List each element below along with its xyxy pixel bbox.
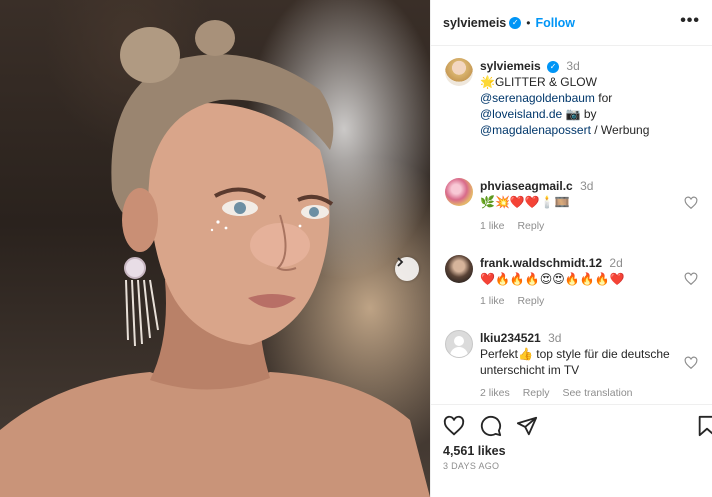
separator-dot: • — [526, 15, 531, 30]
comment-username[interactable]: phviaseagmail.c — [480, 179, 573, 193]
more-options-icon[interactable]: ••• — [680, 12, 700, 30]
commenter-avatar[interactable] — [445, 178, 473, 206]
comment-text: Perfekt👍 top style für die deutsche unte… — [480, 347, 670, 377]
comment-time[interactable]: 3d — [548, 331, 561, 345]
comment-heart-icon[interactable] — [684, 272, 698, 286]
comment-text: ❤️🔥🔥🔥😍😍🔥🔥🔥❤️ — [480, 272, 625, 286]
verified-badge-icon: ✓ — [547, 60, 560, 73]
caption-username[interactable]: sylviemeis — [480, 59, 541, 73]
caption-text: for — [594, 91, 613, 105]
post-caption: sylviemeis ✓ 3d 🌟GLITTER & GLOW @serenag… — [480, 58, 690, 138]
comment: phviaseagmail.c 3d 🌿💥❤️❤️🕯️🎞️ — [480, 178, 690, 210]
comment-likes[interactable]: 1 like — [480, 295, 505, 307]
portrait-illustration — [0, 20, 430, 497]
mention-link[interactable]: @magdalenapossert — [480, 123, 591, 137]
verified-badge-icon: ✓ — [509, 16, 522, 29]
author-avatar[interactable] — [445, 58, 473, 86]
reply-button[interactable]: Reply — [517, 220, 544, 232]
post-side-panel: sylviemeis ✓ • Follow ••• sylviemeis ✓ 3… — [430, 0, 712, 497]
follow-button[interactable]: Follow — [535, 16, 575, 30]
bookmark-icon[interactable] — [696, 415, 712, 437]
comment-meta: 2 likes Reply See translation — [480, 387, 643, 399]
commenter-avatar[interactable] — [445, 255, 473, 283]
caption-title: 🌟GLITTER & GLOW — [480, 75, 597, 89]
see-translation-button[interactable]: See translation — [562, 387, 632, 399]
chevron-right-icon — [397, 257, 404, 267]
post-actions — [431, 404, 712, 444]
comment-time[interactable]: 2d — [609, 256, 622, 270]
reply-button[interactable]: Reply — [523, 387, 550, 399]
post-author-username[interactable]: sylviemeis — [443, 16, 506, 30]
like-count[interactable]: 4,561 likes — [443, 444, 506, 458]
caption-time[interactable]: 3d — [566, 59, 579, 73]
comment-username[interactable]: frank.waldschmidt.12 — [480, 256, 602, 270]
comment-likes[interactable]: 2 likes — [480, 387, 510, 399]
caption-text: 📷 by — [562, 107, 597, 121]
comment: lkiu234521 3d Perfekt👍 top style für die… — [480, 330, 690, 378]
post-header: sylviemeis ✓ • Follow ••• — [431, 0, 712, 46]
carousel-next-button[interactable] — [395, 257, 419, 281]
mention-link[interactable]: @loveisland.de — [480, 107, 562, 121]
comment-icon[interactable] — [480, 415, 502, 437]
share-icon[interactable] — [516, 415, 538, 437]
comment-heart-icon[interactable] — [684, 196, 698, 210]
comment-meta: 1 like Reply — [480, 295, 554, 307]
heart-icon[interactable] — [443, 415, 465, 437]
commenter-avatar[interactable] — [445, 330, 473, 358]
comment-likes[interactable]: 1 like — [480, 220, 505, 232]
comment: frank.waldschmidt.12 2d ❤️🔥🔥🔥😍😍🔥🔥🔥❤️ — [480, 255, 690, 287]
mention-link[interactable]: @serenagoldenbaum — [480, 91, 595, 105]
post-date[interactable]: 3 DAYS AGO — [443, 461, 499, 471]
caption-text: / Werbung — [590, 123, 650, 137]
post-photo[interactable] — [0, 0, 430, 497]
comment-meta: 1 like Reply — [480, 220, 554, 232]
comment-time[interactable]: 3d — [580, 179, 593, 193]
comment-username[interactable]: lkiu234521 — [480, 331, 541, 345]
reply-button[interactable]: Reply — [517, 295, 544, 307]
comment-heart-icon[interactable] — [684, 356, 698, 370]
comment-text: 🌿💥❤️❤️🕯️🎞️ — [480, 195, 570, 209]
